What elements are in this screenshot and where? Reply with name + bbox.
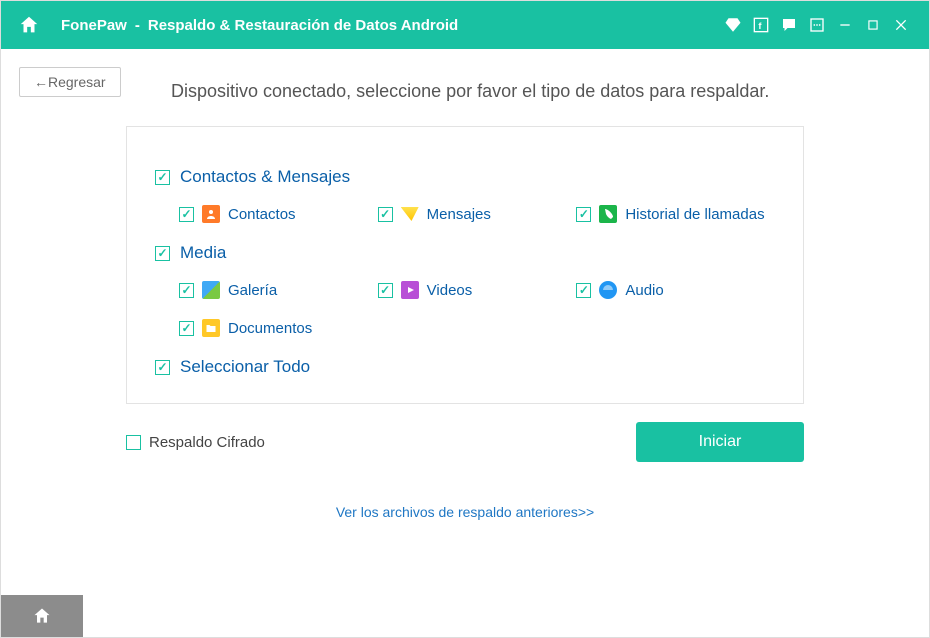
- bottom-row: Respaldo Cifrado Iniciar: [126, 422, 804, 462]
- close-button[interactable]: [890, 14, 912, 36]
- item-label: Historial de llamadas: [625, 206, 764, 223]
- feedback-icon[interactable]: [778, 14, 800, 36]
- minimize-button[interactable]: [834, 14, 856, 36]
- checkbox-contacts[interactable]: [179, 207, 194, 222]
- facebook-icon[interactable]: f: [750, 14, 772, 36]
- footer-home-button[interactable]: [1, 595, 83, 637]
- app-subtitle: Respaldo & Restauración de Datos Android: [148, 17, 458, 34]
- titlebar: FonePaw - Respaldo & Restauración de Dat…: [1, 1, 929, 49]
- item-label: Videos: [427, 282, 473, 299]
- checkbox-documents[interactable]: [179, 321, 194, 336]
- back-button[interactable]: ←Regresar: [19, 67, 121, 97]
- item-label: Galería: [228, 282, 277, 299]
- maximize-button[interactable]: [862, 14, 884, 36]
- diamond-icon[interactable]: [722, 14, 744, 36]
- checkbox-videos[interactable]: [378, 283, 393, 298]
- home-icon: [32, 606, 52, 626]
- encrypted-label: Respaldo Cifrado: [149, 434, 265, 451]
- item-messages[interactable]: Mensajes: [378, 205, 577, 223]
- instruction-text: Dispositivo conectado, seleccione por fa…: [171, 81, 929, 102]
- menu-icon[interactable]: [806, 14, 828, 36]
- item-label: Audio: [625, 282, 663, 299]
- checkbox-call-history[interactable]: [576, 207, 591, 222]
- item-documents[interactable]: Documentos: [179, 319, 378, 337]
- gallery-icon: [202, 281, 220, 299]
- home-button[interactable]: [15, 11, 43, 39]
- contacts-icon: [202, 205, 220, 223]
- encrypted-backup-option[interactable]: Respaldo Cifrado: [126, 434, 265, 451]
- group-media[interactable]: Media: [155, 243, 775, 263]
- videos-icon: [401, 281, 419, 299]
- item-call-history[interactable]: Historial de llamadas: [576, 205, 775, 223]
- start-button[interactable]: Iniciar: [636, 422, 804, 462]
- phone-icon: [599, 205, 617, 223]
- select-all-row[interactable]: Seleccionar Todo: [155, 357, 775, 377]
- item-audio[interactable]: Audio: [576, 281, 775, 299]
- checkbox-group-contacts[interactable]: [155, 170, 170, 185]
- data-types-panel: Contactos & Mensajes Contactos Mensajes …: [126, 126, 804, 404]
- checkbox-gallery[interactable]: [179, 283, 194, 298]
- group-label: Media: [180, 243, 226, 263]
- item-label: Mensajes: [427, 206, 491, 223]
- item-videos[interactable]: Videos: [378, 281, 577, 299]
- svg-text:f: f: [758, 21, 762, 31]
- item-gallery[interactable]: Galería: [179, 281, 378, 299]
- app-name: FonePaw: [61, 17, 127, 34]
- group-label: Contactos & Mensajes: [180, 167, 350, 187]
- checkbox-encrypted[interactable]: [126, 435, 141, 450]
- item-contacts[interactable]: Contactos: [179, 205, 378, 223]
- group-contacts-messages[interactable]: Contactos & Mensajes: [155, 167, 775, 187]
- item-label: Documentos: [228, 320, 312, 337]
- previous-backups-link[interactable]: Ver los archivos de respaldo anteriores>…: [1, 504, 929, 520]
- checkbox-messages[interactable]: [378, 207, 393, 222]
- title-separator: -: [127, 17, 148, 34]
- item-label: Contactos: [228, 206, 296, 223]
- checkbox-group-media[interactable]: [155, 246, 170, 261]
- audio-icon: [599, 281, 617, 299]
- messages-icon: [401, 207, 419, 221]
- select-all-label: Seleccionar Todo: [180, 357, 310, 377]
- checkbox-select-all[interactable]: [155, 360, 170, 375]
- folder-icon: [202, 319, 220, 337]
- home-icon: [18, 14, 40, 36]
- checkbox-audio[interactable]: [576, 283, 591, 298]
